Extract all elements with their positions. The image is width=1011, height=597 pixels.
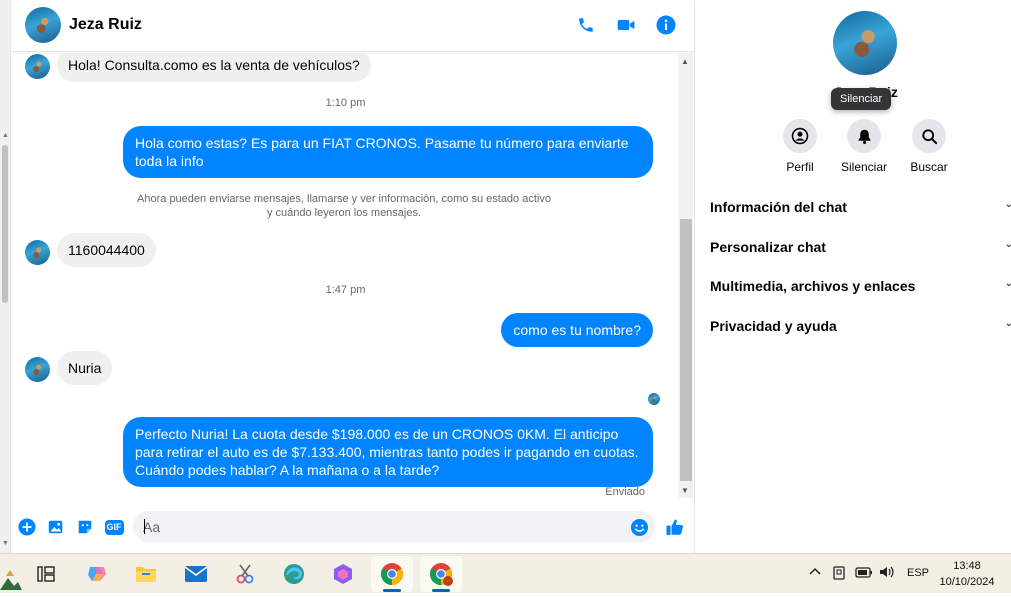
section-label: Privacidad y ayuda: [710, 318, 837, 334]
volume-icon[interactable]: [878, 565, 896, 582]
snipping-tool-icon[interactable]: [224, 556, 266, 592]
system-notice: Ahora pueden enviarse mensajes, llamarse…: [132, 192, 556, 220]
task-view-icon[interactable]: [25, 556, 67, 592]
mute-button[interactable]: Silenciar: [834, 119, 894, 174]
battery-icon[interactable]: [855, 565, 873, 582]
copilot-icon[interactable]: [76, 556, 118, 592]
active-indicator: [432, 589, 450, 592]
chevron-up-icon[interactable]: [808, 565, 822, 582]
incoming-message[interactable]: 1160044400: [57, 233, 156, 267]
chevron-down-icon: ⌄: [1004, 318, 1011, 329]
system-notice-line2: y cuándo leyeron los mensajes.: [266, 207, 422, 219]
chrome-profile-icon[interactable]: [420, 556, 462, 592]
video-icon[interactable]: [615, 14, 637, 36]
scroll-up-arrow-icon[interactable]: ▲: [681, 57, 689, 66]
text-caret: [144, 519, 145, 534]
tablet-mode-icon[interactable]: [832, 565, 846, 584]
section-privacy-help[interactable]: Privacidad y ayuda ⌄: [710, 318, 1011, 334]
plus-icon[interactable]: [16, 516, 38, 538]
scroll-down-arrow-icon[interactable]: ▼: [2, 540, 9, 547]
tooltip: Silenciar: [831, 88, 892, 110]
contact-avatar-small[interactable]: [25, 54, 50, 79]
contact-avatar-small[interactable]: [25, 357, 50, 382]
time-separator: 1:10 pm: [325, 97, 366, 109]
edge-icon[interactable]: [273, 556, 315, 592]
file-explorer-icon[interactable]: [125, 556, 167, 592]
clock[interactable]: 13:48 10/10/2024: [932, 558, 1002, 590]
page-scrollbar-thumb[interactable]: [2, 145, 8, 303]
chevron-down-icon: ⌄: [1004, 278, 1011, 289]
search-icon: [912, 119, 946, 153]
incoming-message[interactable]: Hola! Consulta.como es la venta de vehíc…: [57, 53, 371, 82]
active-indicator: [383, 589, 401, 592]
emoji-icon[interactable]: [628, 516, 650, 538]
seen-receipt-avatar: [648, 393, 660, 405]
chevron-down-icon: ⌄: [1004, 239, 1011, 250]
gif-icon[interactable]: GIF: [103, 516, 125, 538]
chat-window: Jeza Ruiz Hola! Consulta.como es la vent…: [12, 0, 695, 553]
profile-label: Perfil: [786, 160, 814, 174]
section-label: Personalizar chat: [710, 239, 826, 255]
image-icon[interactable]: [45, 516, 67, 538]
system-notice-line1: Ahora pueden enviarse mensajes, llamarse…: [137, 193, 551, 205]
profile-icon: [783, 119, 817, 153]
chrome-icon[interactable]: [371, 556, 413, 592]
chat-header: Jeza Ruiz: [12, 0, 695, 52]
widgets-icon[interactable]: [0, 566, 22, 597]
message-scrollbar[interactable]: ▲ ▼: [679, 53, 693, 498]
search-label: Buscar: [910, 160, 948, 174]
outgoing-message[interactable]: Perfecto Nuria! La cuota desde $198.000 …: [123, 417, 653, 487]
clock-date: 10/10/2024: [939, 576, 995, 588]
chevron-down-icon: ⌄: [1004, 199, 1011, 210]
message-scrollbar-thumb[interactable]: [680, 219, 692, 481]
section-label: Información del chat: [710, 199, 847, 215]
section-customize-chat[interactable]: Personalizar chat ⌄: [710, 239, 1011, 255]
bell-icon: [847, 119, 881, 153]
mute-label: Silenciar: [840, 160, 888, 174]
phone-icon[interactable]: [575, 14, 597, 36]
info-icon[interactable]: [655, 14, 677, 36]
clock-time: 13:48: [953, 560, 981, 572]
profile-button[interactable]: Perfil: [770, 119, 830, 174]
taskbar: ESP 13:48 10/10/2024: [0, 553, 1011, 593]
search-button[interactable]: Buscar: [899, 119, 959, 174]
gif-label: GIF: [104, 519, 124, 535]
contact-name[interactable]: Jeza Ruiz: [69, 16, 142, 34]
sticker-icon[interactable]: [74, 516, 96, 538]
contact-avatar[interactable]: [25, 7, 61, 43]
message-list[interactable]: Hola! Consulta.como es la venta de vehíc…: [12, 53, 679, 503]
language-indicator[interactable]: ESP: [907, 567, 929, 579]
section-chat-info[interactable]: Información del chat ⌄: [710, 199, 1011, 215]
message-input[interactable]: [133, 511, 655, 542]
contact-avatar-small[interactable]: [25, 240, 50, 265]
scroll-up-arrow-icon[interactable]: ▲: [2, 132, 9, 139]
time-separator: 1:47 pm: [325, 284, 366, 296]
section-label: Multimedia, archivos y enlaces: [710, 278, 916, 294]
like-icon[interactable]: [664, 516, 686, 538]
info-panel: Jeza Ruiz Silenciar Perfil Silenciar Bus…: [696, 0, 1011, 553]
composer: GIF: [12, 503, 695, 553]
outgoing-message[interactable]: Hola como estas? Es para un FIAT CRONOS.…: [123, 126, 653, 178]
scroll-down-arrow-icon[interactable]: ▼: [681, 486, 689, 495]
microsoft-365-icon[interactable]: [322, 556, 364, 592]
outgoing-message[interactable]: como es tu nombre?: [501, 313, 653, 347]
mail-icon[interactable]: [175, 556, 217, 592]
section-media-files[interactable]: Multimedia, archivos y enlaces ⌄: [710, 278, 1011, 294]
sent-status: Enviado: [605, 486, 645, 498]
incoming-message[interactable]: Nuria: [57, 351, 113, 385]
info-avatar[interactable]: [833, 11, 897, 75]
page-scrollbar[interactable]: ▲ ▼: [0, 0, 11, 553]
